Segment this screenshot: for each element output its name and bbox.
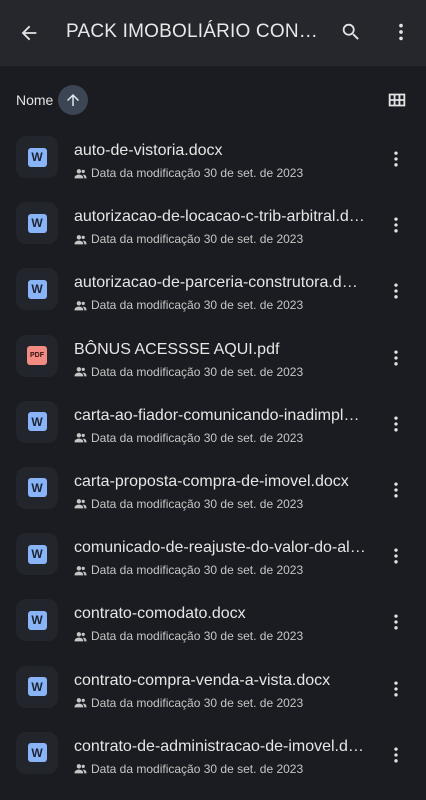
- shared-people-icon: [74, 498, 88, 510]
- sort-label[interactable]: Nome: [16, 92, 53, 108]
- folder-title: PACK IMOBOLIÁRIO CONTRATOS: [66, 21, 318, 42]
- file-more-options-icon[interactable]: [382, 145, 410, 173]
- file-meta: Data da modificação 30 de set. de 2023: [74, 563, 366, 577]
- sort-bar: Nome: [0, 83, 426, 115]
- file-more-options-icon[interactable]: [382, 675, 410, 703]
- file-name: autorizacao-de-locacao-c-trib-arbitral.d…: [74, 208, 366, 226]
- more-options-icon[interactable]: [386, 17, 416, 47]
- file-modified-date: Data da modificação 30 de set. de 2023: [91, 166, 304, 180]
- file-modified-date: Data da modificação 30 de set. de 2023: [91, 761, 304, 776]
- shared-people-icon: [74, 432, 88, 444]
- file-name: contrato-de-administracao-de-imovel.docx: [74, 737, 366, 755]
- word-file-icon: W: [27, 743, 47, 763]
- top-app-bar: PACK IMOBOLIÁRIO CONTRATOS: [0, 0, 426, 66]
- grid-view-icon[interactable]: [383, 86, 411, 114]
- file-modified-date: Data da modificação 30 de set. de 2023: [91, 232, 304, 247]
- file-meta: Data da modificação 30 de set. de 2023: [74, 298, 366, 312]
- file-thumbnail: W: [16, 665, 58, 708]
- word-file-icon: W: [27, 412, 47, 432]
- file-more-options-icon[interactable]: [382, 277, 410, 305]
- file-name: auto-de-vistoria.docx: [74, 142, 223, 159]
- file-thumbnail: W: [16, 599, 58, 642]
- back-arrow-icon[interactable]: [14, 18, 44, 48]
- file-list-item[interactable]: Wcontrato-de-administracao-de-imovel.doc…: [0, 721, 426, 787]
- word-file-icon: W: [27, 677, 47, 696]
- file-thumbnail: W: [16, 400, 58, 443]
- file-name: carta-ao-fiador-comunicando-inadimplenci…: [74, 406, 366, 424]
- file-list-item[interactable]: PDF BÔNUS ACESSSE AQUI.pdf Data da modific…: [0, 324, 426, 390]
- shared-people-icon: [74, 697, 88, 709]
- word-file-icon: W: [27, 147, 47, 167]
- file-list-item[interactable]: Wcomunicado-de-reajuste-do-valor-do-alug…: [0, 522, 426, 588]
- file-list-item[interactable]: Wautorizacao-de-locacao-c-trib-arbitral.…: [0, 191, 426, 257]
- file-thumbnail: W: [16, 466, 58, 509]
- word-file-icon: W: [27, 279, 47, 299]
- file-list-item[interactable]: Wcontrato-comodato.docx Data da modificaç…: [0, 588, 426, 654]
- shared-people-icon: [74, 167, 88, 179]
- file-list-item[interactable]: Wcarta-proposta-compra-de-imovel.docx Dat…: [0, 456, 426, 522]
- file-name: contrato-compra-venda-a-vista.docx: [74, 671, 331, 689]
- file-modified-date: Data da modificação 30 de set. de 2023: [91, 695, 304, 710]
- file-thumbnail: W: [16, 731, 58, 774]
- file-more-options-icon[interactable]: [382, 476, 410, 504]
- file-meta: Data da modificação 30 de set. de 2023: [74, 762, 366, 776]
- search-icon[interactable]: [336, 17, 366, 47]
- arrow-upward-icon: [67, 94, 79, 106]
- file-more-options-icon[interactable]: [382, 542, 410, 570]
- sort-direction-button[interactable]: [58, 85, 88, 115]
- file-name: contrato-comodato.docx: [74, 605, 246, 623]
- file-meta: Data da modificação 30 de set. de 2023: [74, 629, 366, 643]
- file-meta: Data da modificação 30 de set. de 2023: [74, 232, 366, 246]
- file-modified-date: Data da modificação 30 de set. de 2023: [91, 298, 304, 313]
- file-thumbnail: W: [16, 136, 58, 178]
- file-list-item[interactable]: Wcontrato-compra-venda-a-vista.docx Data …: [0, 655, 426, 721]
- file-more-options-icon[interactable]: [382, 608, 410, 636]
- file-more-options-icon[interactable]: [382, 410, 410, 438]
- file-modified-date: Data da modificação 30 de set. de 2023: [91, 496, 304, 511]
- file-list-item[interactable]: Wautorizacao-de-parceria-construtora.doc…: [0, 257, 426, 323]
- file-thumbnail: W: [16, 268, 58, 311]
- file-meta: Data da modificação 30 de set. de 2023: [74, 365, 366, 379]
- file-meta: Data da modificação 30 de set. de 2023: [74, 166, 366, 180]
- file-meta: Data da modificação 30 de set. de 2023: [74, 431, 366, 445]
- file-meta: Data da modificação 30 de set. de 2023: [74, 696, 366, 710]
- word-file-icon: W: [27, 213, 47, 233]
- pdf-file-icon: PDF: [27, 346, 47, 366]
- file-modified-date: Data da modificação 30 de set. de 2023: [91, 364, 304, 379]
- file-more-options-icon[interactable]: [382, 344, 410, 372]
- word-file-icon: W: [27, 610, 47, 630]
- shared-people-icon: [74, 299, 88, 311]
- file-more-options-icon[interactable]: [382, 211, 410, 239]
- shared-people-icon: [74, 366, 88, 378]
- file-name: BÔNUS ACESSSE AQUI.pdf: [74, 340, 280, 358]
- file-list-item[interactable]: Wcarta-ao-fiador-comunicando-inadimplenc…: [0, 390, 426, 456]
- file-modified-date: Data da modificação 30 de set. de 2023: [91, 430, 304, 445]
- shared-people-icon: [74, 763, 88, 775]
- file-thumbnail: PDF: [16, 334, 58, 377]
- word-file-icon: W: [27, 478, 47, 498]
- file-name: autorizacao-de-parceria-construtora.docx: [74, 274, 366, 292]
- file-thumbnail: W: [16, 202, 58, 245]
- shared-people-icon: [74, 630, 88, 642]
- file-meta: Data da modificação 30 de set. de 2023: [74, 497, 366, 511]
- file-modified-date: Data da modificação 30 de set. de 2023: [91, 629, 304, 644]
- word-file-icon: W: [27, 544, 47, 564]
- file-list-item[interactable]: Wauto-de-vistoria.docx Data da modificaçã…: [0, 125, 426, 191]
- file-list: Wauto-de-vistoria.docx Data da modificaçã…: [0, 125, 426, 787]
- shared-people-icon: [74, 233, 88, 245]
- file-name: comunicado-de-reajuste-do-valor-do-alugu…: [74, 539, 366, 557]
- file-modified-date: Data da modificação 30 de set. de 2023: [91, 563, 304, 578]
- shared-people-icon: [74, 564, 88, 576]
- file-thumbnail: W: [16, 533, 58, 576]
- file-name: carta-proposta-compra-de-imovel.docx: [74, 472, 349, 490]
- file-more-options-icon[interactable]: [382, 741, 410, 769]
